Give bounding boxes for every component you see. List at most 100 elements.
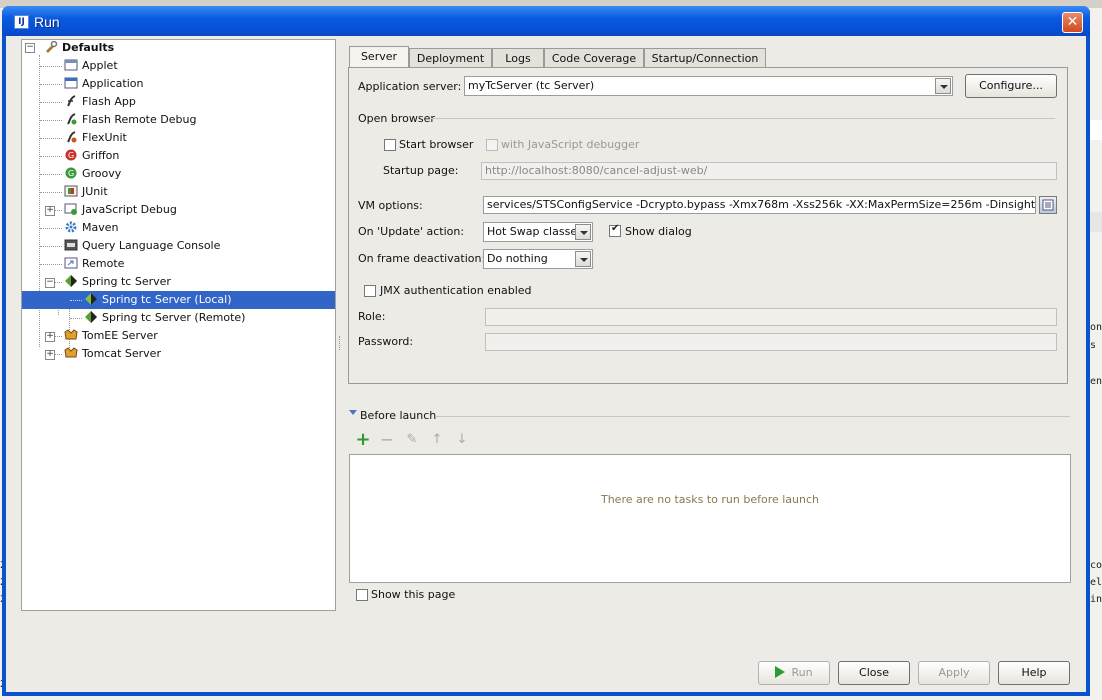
collapse-arrow-icon[interactable] bbox=[349, 410, 357, 415]
tree-item-groovy[interactable]: G Groovy bbox=[64, 165, 121, 183]
expand-editor-icon[interactable] bbox=[1039, 196, 1057, 214]
show-this-page-label: Show this page bbox=[371, 588, 456, 601]
tree-line bbox=[70, 300, 82, 301]
tree-item-spring-tc-server-local-row[interactable]: Spring tc Server (Local) bbox=[22, 291, 335, 309]
add-task-icon[interactable]: + bbox=[355, 431, 371, 449]
tree-item-label: Spring tc Server (Local) bbox=[102, 293, 232, 306]
background-text: ent bbox=[1090, 376, 1102, 387]
move-down-icon[interactable]: ↓ bbox=[454, 432, 470, 448]
edit-task-icon[interactable]: ✎ bbox=[404, 432, 420, 448]
open-browser-label: Open browser bbox=[358, 112, 435, 125]
tree-item-label: Griffon bbox=[82, 149, 120, 162]
remove-task-icon[interactable]: − bbox=[379, 432, 395, 448]
password-field[interactable] bbox=[485, 333, 1057, 351]
jmx-auth-label: JMX authentication enabled bbox=[380, 284, 532, 297]
tree-item-remote[interactable]: Remote bbox=[64, 255, 124, 273]
tree-line bbox=[40, 246, 62, 247]
tab-startup-connection[interactable]: Startup/Connection bbox=[644, 48, 766, 68]
tab-logs[interactable]: Logs bbox=[492, 48, 544, 68]
before-launch-task-list[interactable]: There are no tasks to run before launch bbox=[349, 454, 1071, 583]
tab-server[interactable]: Server bbox=[349, 46, 409, 68]
tree-line bbox=[40, 228, 62, 229]
junit-icon bbox=[64, 185, 78, 197]
tree-item-flash-app[interactable]: Flash App bbox=[64, 93, 136, 111]
tree-item-query-language-console[interactable]: Query Language Console bbox=[64, 237, 220, 255]
show-dialog-checkbox[interactable] bbox=[609, 223, 621, 237]
tree-item-spring-tc-server-remote[interactable]: Spring tc Server (Remote) bbox=[84, 309, 245, 327]
on-frame-deactivation-label: On frame deactivation: bbox=[358, 252, 486, 265]
js-debugger-label: with JavaScript debugger bbox=[501, 138, 640, 151]
background-text: s bbox=[1090, 340, 1097, 351]
role-field[interactable] bbox=[485, 308, 1057, 326]
run-button-label: Run bbox=[791, 666, 813, 679]
server-settings-panel: Application server: myTcServer (tc Serve… bbox=[348, 67, 1068, 384]
remote-icon bbox=[64, 257, 78, 269]
expand-toggle[interactable]: + bbox=[45, 206, 55, 216]
vm-options-field[interactable]: services/STSConfigService -Dcrypto.bypas… bbox=[483, 196, 1036, 214]
tree-item-spring-tc-server[interactable]: Spring tc Server bbox=[64, 273, 171, 291]
tree-item-maven[interactable]: Maven bbox=[64, 219, 118, 237]
configuration-tree[interactable]: − Defaults Applet Application Flash App … bbox=[21, 39, 336, 611]
on-update-value: Hot Swap classes bbox=[487, 225, 583, 238]
move-up-icon[interactable]: ↑ bbox=[429, 432, 445, 448]
tree-item-label: Remote bbox=[82, 257, 125, 270]
apply-button[interactable]: Apply bbox=[918, 661, 990, 685]
window-title: Run bbox=[34, 14, 60, 30]
tree-item-applet[interactable]: Applet bbox=[64, 57, 118, 75]
window-close-button[interactable]: ✕ bbox=[1062, 12, 1083, 33]
tomcat-icon bbox=[64, 347, 78, 359]
configure-button[interactable]: Configure... bbox=[965, 74, 1057, 98]
griffon-icon: G bbox=[64, 149, 78, 161]
help-button[interactable]: Help bbox=[998, 661, 1070, 685]
tree-line bbox=[40, 102, 62, 103]
collapse-toggle[interactable]: − bbox=[45, 278, 55, 288]
jmx-auth-checkbox[interactable] bbox=[364, 285, 376, 297]
tree-line bbox=[70, 318, 82, 319]
tab-deployment[interactable]: Deployment bbox=[409, 48, 492, 68]
tree-line bbox=[40, 156, 62, 157]
tree-item-flash-remote-debug[interactable]: Flash Remote Debug bbox=[64, 111, 196, 129]
tree-line bbox=[55, 336, 62, 337]
tree-item-flexunit[interactable]: FlexUnit bbox=[64, 129, 127, 147]
tree-item-griffon[interactable]: G Griffon bbox=[64, 147, 119, 165]
tree-line bbox=[55, 210, 62, 211]
tab-code-coverage[interactable]: Code Coverage bbox=[544, 48, 644, 68]
on-frame-deactivation-select[interactable]: Do nothing bbox=[483, 249, 593, 269]
startup-page-field[interactable]: http://localhost:8080/cancel-adjust-web/ bbox=[481, 162, 1057, 180]
splitter-handle[interactable] bbox=[339, 336, 343, 350]
tree-item-junit[interactable]: JUnit bbox=[64, 183, 108, 201]
svg-text:G: G bbox=[68, 169, 74, 178]
show-this-page-checkbox[interactable] bbox=[356, 589, 368, 601]
tree-item-label: JavaScript Debug bbox=[82, 203, 177, 216]
on-update-select[interactable]: Hot Swap classes bbox=[483, 222, 593, 242]
tree-item-label: Groovy bbox=[82, 167, 122, 180]
groovy-icon: G bbox=[64, 167, 78, 179]
dialog-content: + − ↑ ↓ − Defaults Applet A bbox=[6, 36, 1086, 692]
tree-item-application[interactable]: Application bbox=[64, 75, 143, 93]
defaults-icon bbox=[44, 40, 58, 53]
expand-toggle[interactable]: + bbox=[45, 350, 55, 360]
close-button[interactable]: Close bbox=[838, 661, 910, 685]
empty-tasks-text: There are no tasks to run before launch bbox=[600, 493, 820, 506]
tree-item-tomcat-server[interactable]: Tomcat Server bbox=[64, 345, 161, 363]
background-text: on bbox=[1090, 322, 1102, 333]
js-debugger-checkbox[interactable] bbox=[486, 139, 498, 151]
expand-toggle[interactable]: + bbox=[45, 332, 55, 342]
tree-line bbox=[55, 282, 62, 283]
tree-item-javascript-debug[interactable]: JavaScript Debug bbox=[64, 201, 177, 219]
flexunit-icon bbox=[64, 131, 78, 143]
chevron-down-icon bbox=[935, 78, 951, 94]
start-browser-checkbox[interactable] bbox=[384, 139, 396, 151]
tree-root[interactable]: Defaults bbox=[44, 39, 114, 57]
app-server-value: myTcServer (tc Server) bbox=[468, 79, 595, 92]
tree-item-tomee-server[interactable]: TomEE Server bbox=[64, 327, 158, 345]
spring-icon bbox=[84, 311, 98, 323]
before-launch-title[interactable]: Before launch bbox=[360, 409, 436, 422]
tree-item-spring-tc-server-local[interactable]: Spring tc Server (Local) bbox=[84, 291, 232, 309]
app-server-select[interactable]: myTcServer (tc Server) bbox=[464, 76, 953, 96]
title-bar[interactable]: IJ Run ✕ bbox=[2, 6, 1090, 36]
run-button[interactable]: Run bbox=[758, 661, 830, 685]
collapse-toggle[interactable]: − bbox=[25, 43, 35, 53]
tree-item-label: JUnit bbox=[82, 185, 108, 198]
background-text: el bbox=[1090, 577, 1102, 588]
